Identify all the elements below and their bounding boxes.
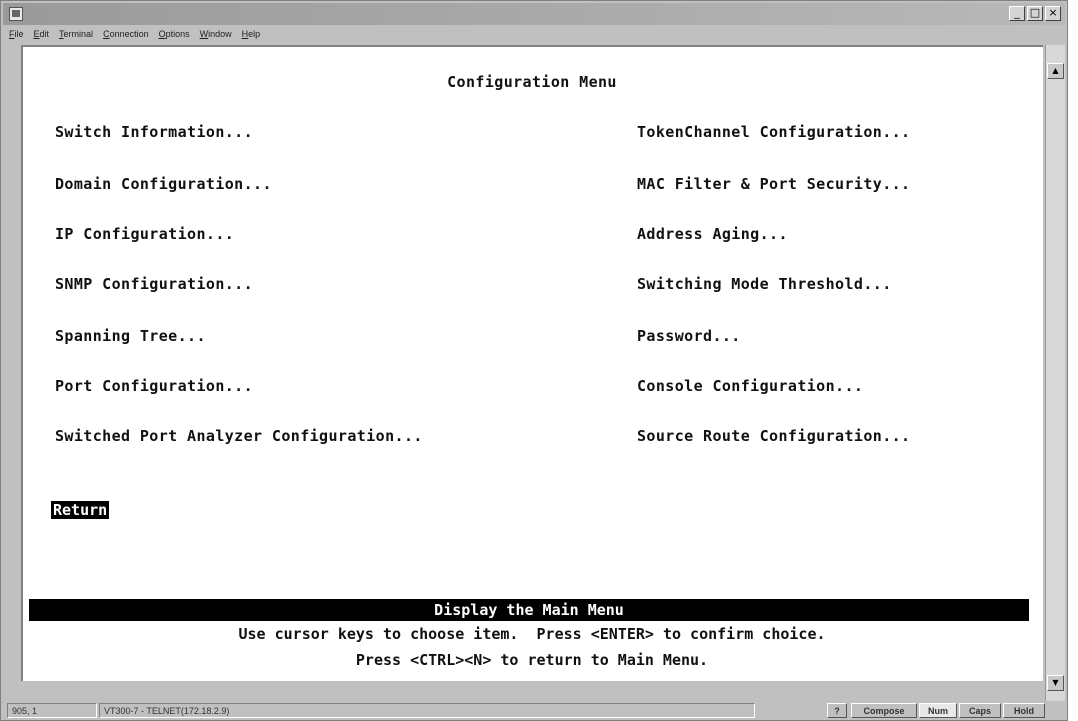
terminal-screen[interactable]: Configuration Menu Switch Information...… <box>21 45 1043 681</box>
menu-connection[interactable]: Connection <box>103 26 149 42</box>
close-button[interactable]: × <box>1045 6 1061 21</box>
help-line-1: Use cursor keys to choose item. Press <E… <box>238 625 826 643</box>
terminal-window: _ □ × File Edit Terminal Connection Opti… <box>0 0 1068 721</box>
session-info: VT300-7 - TELNET(172.18.2.9) <box>99 703 755 718</box>
menu-item-switching-mode-threshold[interactable]: Switching Mode Threshold... <box>637 275 892 293</box>
menu-item-switched-port-analyzer[interactable]: Switched Port Analyzer Configuration... <box>55 427 423 445</box>
menu-file[interactable]: File <box>9 26 24 42</box>
maximize-button[interactable]: □ <box>1027 6 1043 21</box>
menu-item-return-selected[interactable]: Return <box>51 501 110 519</box>
menu-options[interactable]: Options <box>159 26 190 42</box>
menu-bar: File Edit Terminal Connection Options Wi… <box>3 26 1065 42</box>
scroll-down-button[interactable]: ▼ <box>1047 675 1064 691</box>
help-indicator[interactable]: ? <box>827 703 847 718</box>
menu-item-address-aging[interactable]: Address Aging... <box>637 225 788 243</box>
help-line-2: Press <CTRL><N> to return to Main Menu. <box>355 651 709 669</box>
compose-indicator[interactable]: Compose <box>851 703 917 718</box>
menu-edit[interactable]: Edit <box>34 26 50 42</box>
menu-item-console-configuration[interactable]: Console Configuration... <box>637 377 863 395</box>
item-description-bar: Display the Main Menu <box>29 599 1029 621</box>
title-bar[interactable]: _ □ × <box>3 3 1065 25</box>
menu-item-tokenchannel-configuration[interactable]: TokenChannel Configuration... <box>637 123 911 141</box>
caps-lock-indicator[interactable]: Caps <box>959 703 1001 718</box>
hold-indicator[interactable]: Hold <box>1003 703 1045 718</box>
menu-item-port-configuration[interactable]: Port Configuration... <box>55 377 253 395</box>
window-controls: _ □ × <box>1009 6 1061 21</box>
minimize-button[interactable]: _ <box>1009 6 1025 21</box>
num-lock-indicator[interactable]: Num <box>919 703 957 718</box>
menu-terminal[interactable]: Terminal <box>59 26 93 42</box>
scroll-up-button[interactable]: ▲ <box>1047 63 1064 79</box>
menu-item-source-route-configuration[interactable]: Source Route Configuration... <box>637 427 911 445</box>
menu-item-domain-configuration[interactable]: Domain Configuration... <box>55 175 272 193</box>
menu-help[interactable]: Help <box>242 26 261 42</box>
menu-item-mac-filter-port-security[interactable]: MAC Filter & Port Security... <box>637 175 911 193</box>
menu-item-snmp-configuration[interactable]: SNMP Configuration... <box>55 275 253 293</box>
status-bar: 905, 1 VT300-7 - TELNET(172.18.2.9) ? Co… <box>3 701 1065 720</box>
menu-window[interactable]: Window <box>200 26 232 42</box>
menu-item-switch-information[interactable]: Switch Information... <box>55 123 253 141</box>
menu-item-ip-configuration[interactable]: IP Configuration... <box>55 225 234 243</box>
vertical-scrollbar[interactable]: ▲ ▼ <box>1045 45 1065 705</box>
cursor-position: 905, 1 <box>7 703 97 718</box>
screen-title: Configuration Menu <box>447 73 617 91</box>
menu-item-spanning-tree[interactable]: Spanning Tree... <box>55 327 206 345</box>
system-menu-icon[interactable] <box>9 7 23 21</box>
menu-item-password[interactable]: Password... <box>637 327 741 345</box>
